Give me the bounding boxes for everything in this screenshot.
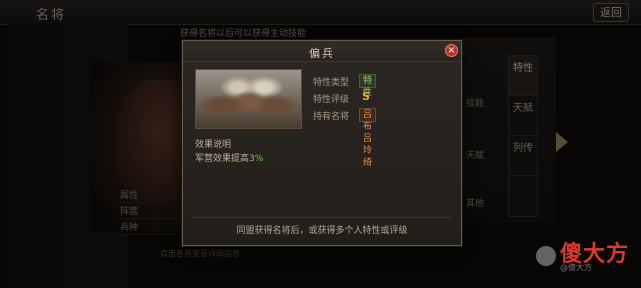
attribute-label: 特性评级 [313, 95, 350, 105]
effect-value: 3% [249, 154, 264, 164]
divider [193, 217, 451, 218]
trait-detail-dialog: 偏兵 × 特性类型 特性 特性评级 S 持有名将 吕布 吕玲绮 效果说明 军营效… [182, 40, 462, 246]
dialog-title: 偏兵 [309, 47, 335, 60]
attribute-label: 持有名将 [313, 112, 350, 122]
dialog-header: 偏兵 × [183, 41, 461, 62]
watermark: 傻大方 @傻大方 [536, 234, 632, 274]
wechat-icon [536, 246, 556, 266]
watermark-sub: @傻大方 [560, 263, 592, 272]
dialog-footer-note: 同盟获得名将后，或获得多个人特性或评级 [236, 226, 408, 236]
trait-grade: S [362, 90, 370, 103]
holder-names: 吕布 吕玲绮 [359, 108, 377, 168]
effect-heading: 效果说明 [195, 140, 232, 150]
attribute-label: 特性类型 [313, 78, 350, 88]
close-icon[interactable]: × [445, 44, 458, 57]
unit-image [195, 69, 302, 129]
trait-type-badge: 特性 [359, 74, 377, 98]
effect-description: 军营效果提高3% [195, 151, 263, 164]
effect-text: 军营效果提高 [195, 154, 250, 164]
